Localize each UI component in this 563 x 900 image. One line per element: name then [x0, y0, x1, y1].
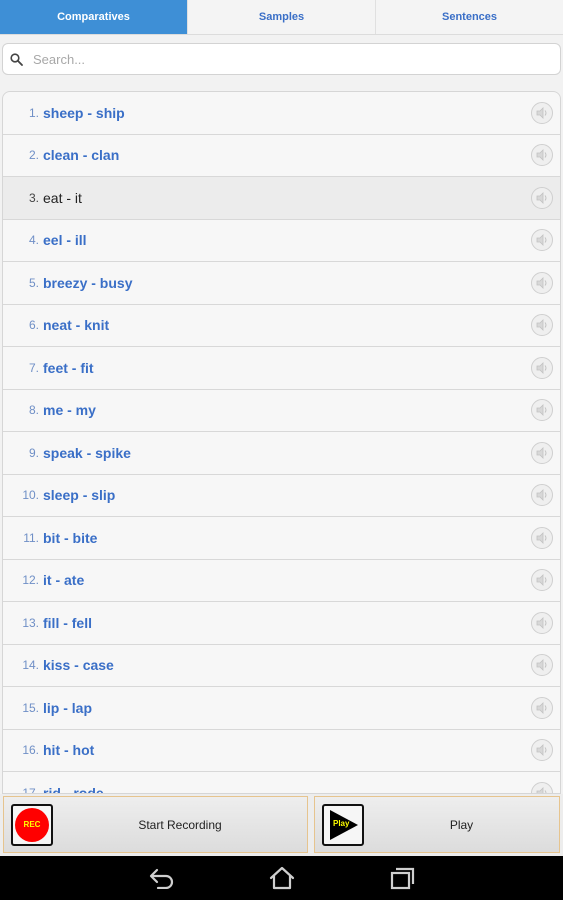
- tab-sentences[interactable]: Sentences: [376, 0, 563, 34]
- list-item[interactable]: 1. sheep - ship: [3, 92, 560, 135]
- list-item[interactable]: 6. neat - knit: [3, 305, 560, 347]
- speaker-icon[interactable]: [531, 399, 553, 422]
- speaker-icon[interactable]: [531, 229, 553, 252]
- list-item-word-pair: speak - spike: [43, 444, 131, 461]
- list-item[interactable]: 12. it - ate: [3, 560, 560, 602]
- speaker-icon[interactable]: [531, 271, 553, 294]
- list-item[interactable]: 7. feet - fit: [3, 347, 560, 390]
- list-item[interactable]: 15. lip - lap: [3, 687, 560, 730]
- list-item-word-pair: lip - lap: [43, 699, 92, 716]
- list-item-word-pair: eat - it: [43, 189, 82, 206]
- list-item-number: 1.: [28, 105, 39, 120]
- bottom-controls: REC Start Recording Play Play: [0, 794, 563, 856]
- search-bar: [2, 43, 561, 75]
- tab-comparatives[interactable]: Comparatives: [0, 0, 188, 34]
- play-badge: Play: [333, 818, 350, 828]
- back-icon[interactable]: [102, 867, 222, 889]
- list-item-word-pair: feet - fit: [43, 359, 94, 376]
- play-icon: Play: [322, 803, 364, 846]
- speaker-icon[interactable]: [531, 654, 553, 677]
- list-item-word-pair: clean - clan: [43, 147, 120, 164]
- list-item-word-pair: eel - ill: [43, 232, 87, 249]
- list-item[interactable]: 13. fill - fell: [3, 602, 560, 645]
- list-item-number: 2.: [28, 148, 39, 163]
- list-item-word-pair: fill - fell: [43, 614, 92, 631]
- speaker-icon[interactable]: [531, 696, 553, 719]
- speaker-icon[interactable]: [531, 569, 553, 592]
- list-item[interactable]: 4. eel - ill: [3, 220, 560, 262]
- play-label: Play: [449, 817, 474, 832]
- list-item-word-pair: breezy - busy: [43, 274, 133, 291]
- list-item[interactable]: 3. eat - it: [3, 177, 560, 220]
- list-item-word-pair: it - ate: [43, 572, 85, 589]
- speaker-icon[interactable]: [531, 441, 553, 464]
- list-item[interactable]: 16. hit - hot: [3, 730, 560, 772]
- recent-apps-icon[interactable]: [342, 866, 462, 890]
- speaker-icon[interactable]: [531, 186, 553, 209]
- list-item-number: 10.: [22, 488, 39, 503]
- list-item-number: 9.: [28, 445, 39, 460]
- list-item-number: 14.: [22, 658, 39, 673]
- list-item-word-pair: hit - hot: [43, 742, 95, 759]
- start-recording-label: Start Recording: [138, 817, 222, 832]
- speaker-icon[interactable]: [531, 356, 553, 379]
- list-item-number: 7.: [28, 360, 39, 375]
- list-item-word-pair: kiss - case: [43, 657, 114, 674]
- list-item-word-pair: sheep - ship: [43, 104, 125, 121]
- list-item-word-pair: me - my: [43, 402, 96, 419]
- record-icon: REC: [11, 803, 53, 846]
- home-icon[interactable]: [222, 866, 342, 890]
- tab-bar: Comparatives Samples Sentences: [0, 0, 563, 35]
- list-item-number: 17.: [22, 785, 39, 794]
- start-recording-button[interactable]: REC Start Recording: [3, 796, 308, 853]
- list-item-word-pair: rid - rode: [43, 784, 104, 794]
- speaker-icon[interactable]: [531, 611, 553, 634]
- speaker-icon[interactable]: [531, 739, 553, 762]
- speaker-icon[interactable]: [531, 484, 553, 507]
- system-navigation-bar: [0, 856, 563, 900]
- list-item-number: 6.: [28, 318, 39, 333]
- speaker-icon[interactable]: [531, 144, 553, 167]
- list-item-word-pair: sleep - slip: [43, 487, 116, 504]
- list-item[interactable]: 14. kiss - case: [3, 645, 560, 687]
- speaker-icon[interactable]: [531, 101, 553, 124]
- list-item-number: 11.: [23, 530, 39, 545]
- tab-samples[interactable]: Samples: [188, 0, 376, 34]
- list-item[interactable]: 10. sleep - slip: [3, 475, 560, 517]
- search-icon: [10, 52, 23, 66]
- list-item-number: 5.: [28, 275, 39, 290]
- list-item[interactable]: 9. speak - spike: [3, 432, 560, 475]
- list-item-number: 3.: [28, 190, 39, 205]
- word-pair-list[interactable]: 1. sheep - ship 2. clean - clan 3. eat - it 4.…: [2, 91, 561, 794]
- list-item[interactable]: 11. bit - bite: [3, 517, 560, 560]
- list-item[interactable]: 8. me - my: [3, 390, 560, 432]
- list-item-number: 12.: [22, 573, 39, 588]
- list-item[interactable]: 5. breezy - busy: [3, 262, 560, 305]
- record-badge: REC: [15, 807, 49, 842]
- list-item-number: 16.: [22, 743, 39, 758]
- list-item-number: 8.: [28, 403, 39, 418]
- list-item[interactable]: 17. rid - rode: [3, 772, 560, 794]
- search-input[interactable]: [31, 45, 560, 73]
- list-item-number: 4.: [28, 233, 39, 248]
- list-item[interactable]: 2. clean - clan: [3, 135, 560, 177]
- list-item-word-pair: bit - bite: [43, 529, 98, 546]
- list-item-word-pair: neat - knit: [43, 317, 110, 334]
- speaker-icon[interactable]: [531, 526, 553, 549]
- play-button[interactable]: Play Play: [314, 796, 560, 853]
- list-item-number: 15.: [22, 700, 39, 715]
- speaker-icon[interactable]: [531, 314, 553, 337]
- list-item-number: 13.: [22, 615, 39, 630]
- speaker-icon[interactable]: [531, 781, 553, 793]
